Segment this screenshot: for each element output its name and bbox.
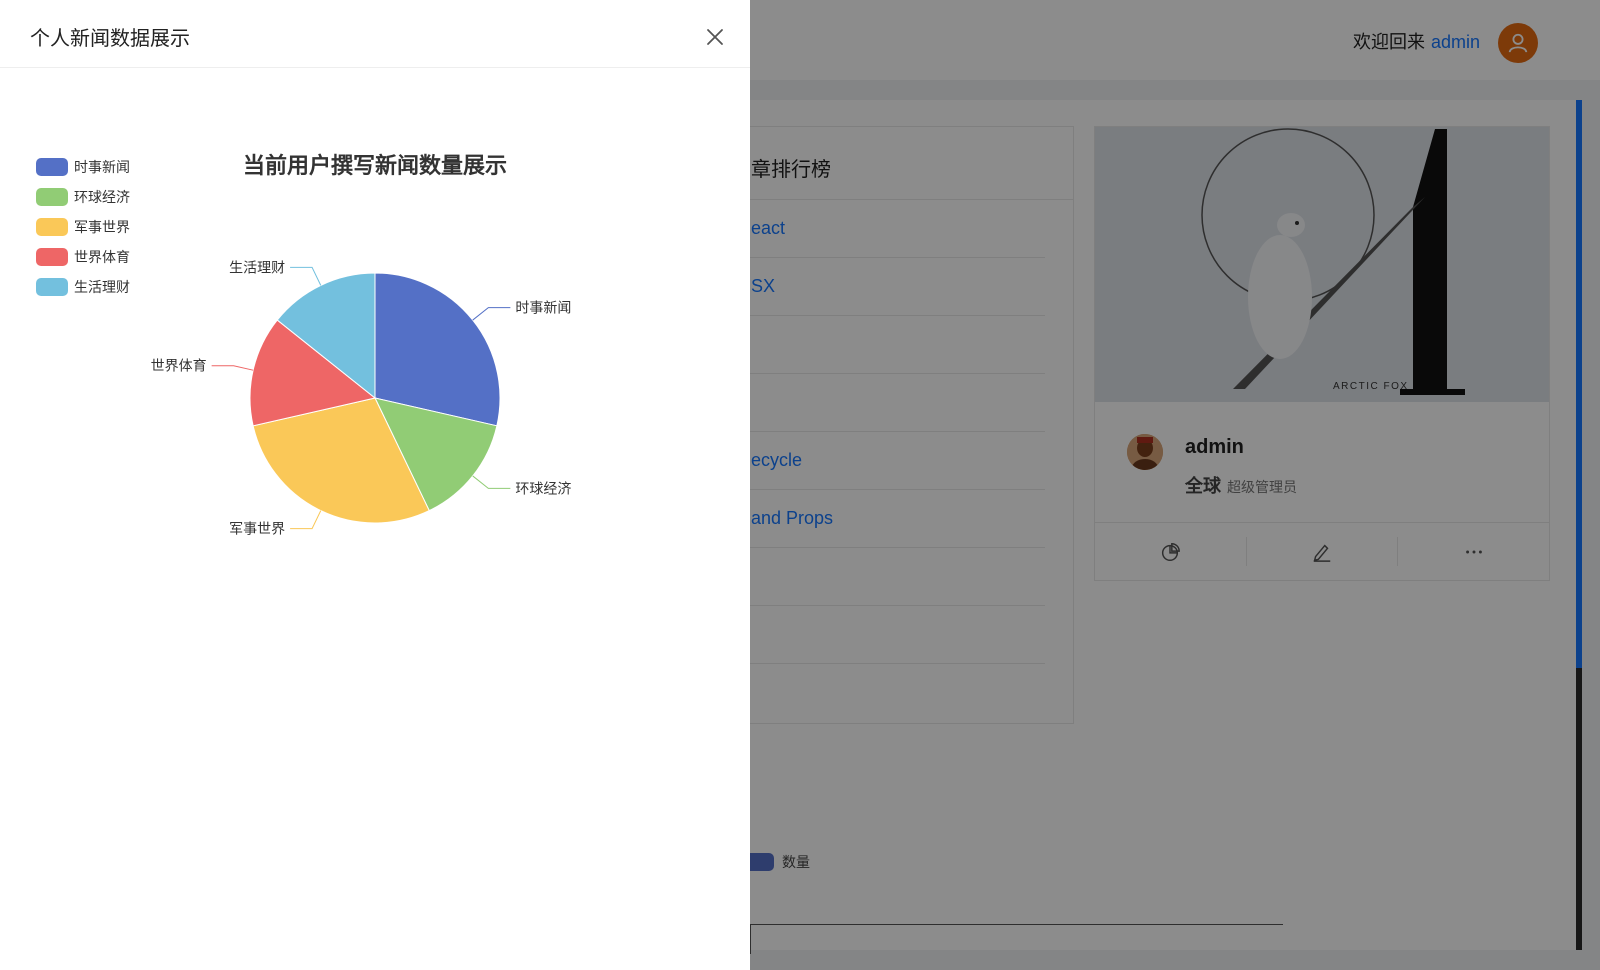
drawer: 个人新闻数据展示 时事新闻 环球经济 军事世界 世界体育 生活理财 当前用户撰写新闻数量…	[0, 0, 750, 970]
slice-label: 生活理财	[229, 259, 285, 275]
slice-label-line	[290, 266, 322, 286]
slice-label: 军事世界	[229, 521, 285, 537]
slice-label-line	[472, 307, 511, 321]
slice-label: 世界体育	[151, 358, 207, 374]
slice-label: 时事新闻	[515, 300, 571, 316]
pie-chart: 时事新闻环球经济军事世界 世界体育 生活理财	[151, 259, 572, 537]
slice-label-line	[211, 365, 254, 371]
slice-label-line	[472, 475, 511, 489]
slice-label-line	[290, 510, 322, 530]
slice-label: 环球经济	[515, 480, 571, 496]
